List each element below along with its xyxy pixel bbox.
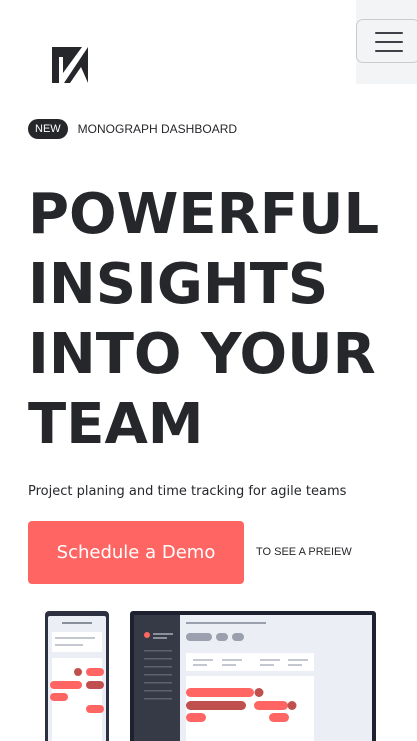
announcement[interactable]: NEW MONOGRAPH DASHBOARD [28,119,237,139]
hero-title-line: POWERFUL [28,182,380,247]
hero-subtitle: Project planing and time tracking for ag… [28,484,347,499]
phone-mockup [45,611,109,741]
preview-note: TO SEE A PREIEW [256,546,352,558]
new-badge: NEW [28,119,68,139]
menu-button[interactable] [356,19,417,63]
k-logo-icon[interactable] [52,47,88,83]
dashboard-illustration [45,611,376,741]
hero-title-line: INTO YOUR [28,322,376,387]
desktop-mockup [130,611,376,741]
schedule-demo-button[interactable]: Schedule a Demo [28,521,244,584]
hero-title-line: INSIGHTS [28,252,329,317]
hero-title: POWERFUL INSIGHTS INTO YOUR TEAM [28,180,408,460]
hero-title-line: TEAM [28,392,204,457]
announcement-text: MONOGRAPH DASHBOARD [77,122,238,136]
